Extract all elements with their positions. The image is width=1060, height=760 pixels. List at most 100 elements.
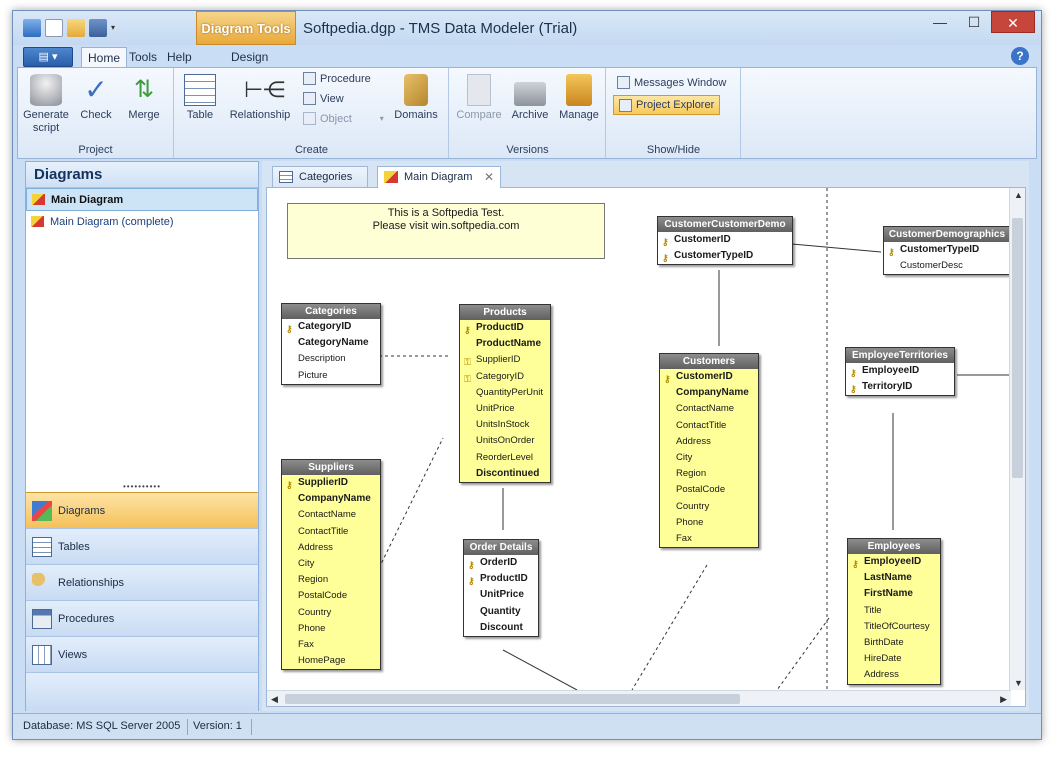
view-button[interactable]: View <box>303 90 344 107</box>
entity-field[interactable]: ⚷ CustomerTypeID <box>658 248 792 264</box>
nav-views[interactable]: Views <box>26 636 258 672</box>
entity-field[interactable]: ⚷ EmployeeID <box>846 363 954 379</box>
entity-field[interactable]: UnitPrice <box>464 587 538 603</box>
entity-field[interactable]: Address <box>282 540 380 556</box>
entity-field[interactable]: Address <box>848 667 940 683</box>
object-button[interactable]: Object ▾ <box>303 110 384 127</box>
entity-field[interactable]: CustomerDesc <box>884 258 1010 274</box>
entity-5[interactable]: Customers ⚷ CustomerID CompanyName ContactNa… <box>659 353 759 549</box>
entity-field[interactable]: UnitsOnOrder <box>460 433 550 449</box>
entity-field[interactable]: ⚷ CategoryID <box>282 319 380 335</box>
entity-field[interactable]: Region <box>282 572 380 588</box>
entity-field[interactable]: HireDate <box>848 651 940 667</box>
tab-home[interactable]: Home <box>81 47 128 67</box>
diagram-canvas[interactable]: This is a Softpedia Test. Please visit w… <box>266 187 1026 707</box>
entity-field[interactable]: ⚷ ProductID <box>464 571 538 587</box>
entity-field[interactable]: ⚿ SupplierID <box>460 352 550 368</box>
entity-field[interactable]: Fax <box>660 531 758 547</box>
horizontal-scrollbar[interactable]: ◀ ▶ <box>267 690 1011 706</box>
application-menu-button[interactable]: ▤ ▾ <box>23 47 73 67</box>
entity-field[interactable]: ⚷ OrderID <box>464 555 538 571</box>
entity-field[interactable]: Fax <box>282 637 380 653</box>
entity-field[interactable]: UnitsInStock <box>460 417 550 433</box>
entity-field[interactable]: CompanyName <box>660 385 758 401</box>
entity-field[interactable]: ⚷ ProductID <box>460 320 550 336</box>
panel-splitter[interactable]: •••••••••• <box>26 483 258 491</box>
tab-categories[interactable]: Categories <box>272 166 368 188</box>
entity-field[interactable]: City <box>282 556 380 572</box>
diagram-note[interactable]: This is a Softpedia Test. Please visit w… <box>287 203 605 259</box>
tab-main-diagram[interactable]: Main Diagram ✕ <box>377 166 501 188</box>
horizontal-scroll-thumb[interactable] <box>285 694 740 704</box>
entity-field[interactable]: FirstName <box>848 586 940 602</box>
entity-field[interactable]: ⚷ TerritoryID <box>846 379 954 395</box>
nav-procedures[interactable]: Procedures <box>26 600 258 636</box>
help-icon[interactable]: ? <box>1011 47 1029 65</box>
entity-field[interactable]: Discontinued <box>460 466 550 482</box>
dropdown-icon[interactable]: ▾ <box>111 19 119 37</box>
project-explorer-button[interactable]: Project Explorer <box>613 95 721 115</box>
entity-field[interactable]: Country <box>282 605 380 621</box>
app-icon[interactable] <box>23 19 41 37</box>
entity-field[interactable]: UnitPrice <box>460 401 550 417</box>
entity-field[interactable]: ContactTitle <box>282 524 380 540</box>
entity-field[interactable]: Description <box>282 351 380 367</box>
entity-field[interactable]: Phone <box>660 515 758 531</box>
entity-field[interactable]: Picture <box>282 368 380 384</box>
entity-field[interactable]: TitleOfCourtesy <box>848 619 940 635</box>
diagram-item-main[interactable]: Main Diagram <box>26 188 258 211</box>
entity-field[interactable]: ProductName <box>460 336 550 352</box>
tab-design[interactable]: Design <box>225 47 274 67</box>
entity-field[interactable]: Discount <box>464 620 538 636</box>
entity-field[interactable]: PostalCode <box>660 482 758 498</box>
close-button[interactable]: ✕ <box>991 11 1035 33</box>
entity-field[interactable]: City <box>660 450 758 466</box>
entity-field[interactable]: Title <box>848 603 940 619</box>
generate-script-button[interactable]: Generate script <box>22 74 70 135</box>
minimize-button[interactable]: — <box>923 11 957 33</box>
entity-0[interactable]: Categories ⚷ CategoryID CategoryName Descrip… <box>281 303 381 385</box>
entity-field[interactable]: HomePage <box>282 653 380 669</box>
entity-field[interactable]: BirthDate <box>848 635 940 651</box>
entity-field[interactable]: ⚷ CustomerID <box>660 369 758 385</box>
entity-field[interactable]: ContactName <box>282 507 380 523</box>
tab-tools[interactable]: Tools <box>123 47 163 67</box>
open-folder-icon[interactable] <box>67 19 85 37</box>
entity-field[interactable]: LastName <box>848 570 940 586</box>
diagram-item-complete[interactable]: Main Diagram (complete) <box>26 211 258 234</box>
vertical-scrollbar[interactable]: ▲ ▼ <box>1009 188 1025 690</box>
archive-button[interactable]: Archive <box>508 74 552 122</box>
entity-field[interactable]: CategoryName <box>282 335 380 351</box>
entity-field[interactable]: ⚿ CategoryID <box>460 369 550 385</box>
merge-button[interactable]: ⇅ Merge <box>122 74 166 122</box>
tab-help[interactable]: Help <box>161 47 198 67</box>
entity-field[interactable]: Country <box>660 499 758 515</box>
entity-7[interactable]: EmployeeTerritories ⚷ EmployeeID ⚷ Territory… <box>845 347 955 397</box>
nav-diagrams[interactable]: Diagrams <box>26 492 258 528</box>
entity-field[interactable]: ContactTitle <box>660 418 758 434</box>
entity-4[interactable]: CustomerCustomerDemo ⚷ CustomerID ⚷ Customer… <box>657 216 793 266</box>
entity-field[interactable]: ⚷ CustomerID <box>658 232 792 248</box>
scroll-right-icon[interactable]: ▶ <box>1000 694 1007 705</box>
scroll-down-icon[interactable]: ▼ <box>1014 678 1023 688</box>
scroll-up-icon[interactable]: ▲ <box>1014 190 1023 200</box>
entity-field[interactable]: Address <box>660 434 758 450</box>
manage-button[interactable]: Manage <box>556 74 602 122</box>
table-button[interactable]: Table <box>181 74 219 122</box>
nav-relationships[interactable]: Relationships <box>26 564 258 600</box>
relationship-button[interactable]: ⊢⋲ Relationship <box>225 74 295 122</box>
vertical-scroll-thumb[interactable] <box>1012 218 1023 478</box>
entity-field[interactable]: ReorderLevel <box>460 450 550 466</box>
save-icon[interactable] <box>89 19 107 37</box>
entity-1[interactable]: Products ⚷ ProductID ProductName ⚿ SupplierID… <box>459 304 551 483</box>
compare-button[interactable]: Compare <box>454 74 504 122</box>
entity-field[interactable]: QuantityPerUnit <box>460 385 550 401</box>
new-file-icon[interactable] <box>45 19 63 37</box>
nav-tables[interactable]: Tables <box>26 528 258 564</box>
entity-field[interactable]: ⚷ SupplierID <box>282 475 380 491</box>
entity-field[interactable]: ⚷ CustomerTypeID <box>884 242 1010 258</box>
entity-field[interactable]: ⚷ EmployeeID <box>848 554 940 570</box>
entity-field[interactable]: CompanyName <box>282 491 380 507</box>
messages-window-button[interactable]: Messages Window <box>617 74 726 91</box>
entity-2[interactable]: Suppliers ⚷ SupplierID CompanyName ContactNa… <box>281 459 381 671</box>
